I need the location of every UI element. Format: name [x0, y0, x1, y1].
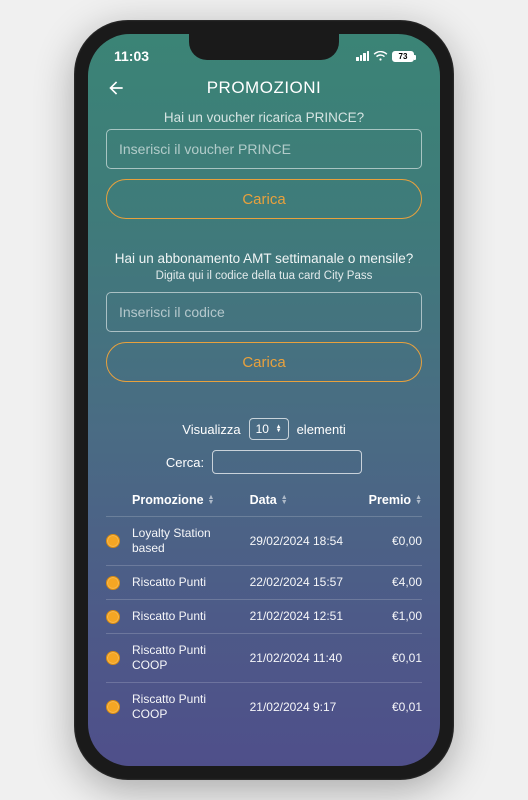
select-caret-icon: ▲▼ [276, 425, 282, 433]
search-input[interactable] [212, 450, 362, 474]
show-label-post: elementi [297, 422, 346, 437]
amt-subheading: Digita qui il codice della tua card City… [106, 270, 422, 282]
col-premio[interactable]: Premio ▲▼ [359, 493, 422, 507]
search-label: Cerca: [166, 455, 204, 470]
status-dot-icon [106, 534, 120, 548]
phone-frame: 11:03 73 PROMOZIONI Hai un voucher ricar… [74, 20, 454, 780]
cell-date: 21/02/2024 9:17 [250, 700, 352, 715]
page-size-control: Visualizza 10 ▲▼ elementi [106, 418, 422, 440]
promotions-table: Promozione ▲▼ Data ▲▼ Premio ▲▼ Loyalty … [106, 484, 422, 731]
page-size-select[interactable]: 10 ▲▼ [249, 418, 289, 440]
page-size-value: 10 [256, 422, 269, 436]
cell-promo: Loyalty Station based [132, 526, 242, 556]
page-title: PROMOZIONI [88, 78, 440, 98]
cell-date: 22/02/2024 15:57 [250, 575, 352, 590]
cell-prize: €4,00 [359, 575, 422, 590]
cell-date: 21/02/2024 12:51 [250, 609, 352, 624]
table-controls: Visualizza 10 ▲▼ elementi Cerca: [106, 418, 422, 474]
cell-prize: €1,00 [359, 609, 422, 624]
table-row[interactable]: Riscatto Punti 22/02/2024 15:57 €4,00 [106, 565, 422, 599]
table-header: Promozione ▲▼ Data ▲▼ Premio ▲▼ [106, 484, 422, 516]
sort-icon: ▲▼ [415, 495, 422, 505]
table-row[interactable]: Loyalty Station based 29/02/2024 18:54 €… [106, 516, 422, 565]
voucher-load-button[interactable]: Carica [106, 179, 422, 219]
status-dot-icon [106, 700, 120, 714]
amt-load-button[interactable]: Carica [106, 342, 422, 382]
status-dot-icon [106, 610, 120, 624]
col-premio-label: Premio [369, 493, 411, 507]
content: Hai un voucher ricarica PRINCE? Carica H… [88, 110, 440, 731]
amt-code-input[interactable] [106, 292, 422, 332]
show-label-pre: Visualizza [182, 422, 240, 437]
status-right: 73 [356, 51, 414, 62]
search-control: Cerca: [106, 450, 422, 474]
arrow-left-icon [106, 78, 126, 98]
voucher-input[interactable] [106, 129, 422, 169]
app-header: PROMOZIONI [88, 70, 440, 110]
col-promozione[interactable]: Promozione ▲▼ [132, 493, 242, 507]
cell-promo: Riscatto Punti [132, 575, 242, 590]
cell-promo: Riscatto Punti COOP [132, 643, 242, 673]
amt-heading: Hai un abbonamento AMT settimanale o men… [106, 251, 422, 266]
col-promozione-label: Promozione [132, 493, 204, 507]
battery-icon: 73 [392, 51, 414, 62]
notch [189, 34, 339, 60]
sort-icon: ▲▼ [281, 495, 288, 505]
cell-date: 21/02/2024 11:40 [250, 651, 352, 666]
cell-prize: €0,00 [359, 534, 422, 549]
cellular-icon [356, 51, 369, 61]
table-row[interactable]: Riscatto Punti 21/02/2024 12:51 €1,00 [106, 599, 422, 633]
sort-icon: ▲▼ [208, 495, 215, 505]
cell-promo: Riscatto Punti COOP [132, 692, 242, 722]
wifi-icon [373, 51, 388, 62]
cell-promo: Riscatto Punti [132, 609, 242, 624]
col-data-label: Data [250, 493, 277, 507]
cell-prize: €0,01 [359, 651, 422, 666]
col-data[interactable]: Data ▲▼ [250, 493, 352, 507]
table-row[interactable]: Riscatto Punti COOP 21/02/2024 11:40 €0,… [106, 633, 422, 682]
cell-date: 29/02/2024 18:54 [250, 534, 352, 549]
voucher-heading: Hai un voucher ricarica PRINCE? [106, 110, 422, 125]
cell-prize: €0,01 [359, 700, 422, 715]
status-dot-icon [106, 576, 120, 590]
status-dot-icon [106, 651, 120, 665]
screen: 11:03 73 PROMOZIONI Hai un voucher ricar… [88, 34, 440, 766]
back-button[interactable] [104, 76, 128, 100]
table-row[interactable]: Riscatto Punti COOP 21/02/2024 9:17 €0,0… [106, 682, 422, 731]
clock: 11:03 [114, 48, 149, 64]
